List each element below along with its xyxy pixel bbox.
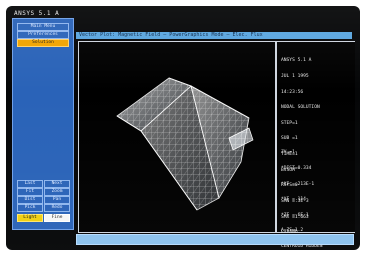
button-next[interactable]: Next <box>44 180 70 188</box>
command-input-bar <box>76 234 354 245</box>
app-title: ANSYS 5.1 A <box>14 10 60 17</box>
info-line: STEP=1 <box>281 120 298 126</box>
info-line: *DIST=0.334 <box>281 166 312 172</box>
button-label: Pick <box>24 205 36 210</box>
button-label: Fine <box>51 215 63 220</box>
button-redo[interactable]: Redo <box>44 204 70 212</box>
button-label: Next <box>51 181 63 186</box>
command-input[interactable] <box>77 235 353 244</box>
button-label: Pan <box>52 197 62 202</box>
button-label: Redo <box>51 205 63 210</box>
button-pick[interactable]: Pick <box>17 204 43 212</box>
button-light[interactable]: Light <box>17 214 43 222</box>
info-line: JUL 1 1995 <box>281 74 309 80</box>
button-fit[interactable]: Fit <box>17 188 43 196</box>
menu-item-solution[interactable]: Solution <box>17 39 69 47</box>
menu-item-label: Solution <box>32 40 54 45</box>
info-panel: ANSYS 5.1 A JUL 1 1995 14:23:56 NODAL SO… <box>276 41 355 249</box>
button-pan[interactable]: Pan <box>44 196 70 204</box>
info-line: *YF =.114 <box>281 197 306 203</box>
info-line: NODAL SOLUTION <box>281 105 320 111</box>
info-line: *ZF =.6E-1 <box>281 212 309 218</box>
button-label: Zoom <box>51 189 63 194</box>
menu-item-preferences[interactable]: Preferences <box>17 31 69 39</box>
graphics-viewport[interactable] <box>78 41 276 233</box>
status-bar: Vector Plot: Magnetic Field — PowerGraph… <box>76 32 352 39</box>
button-zoom[interactable]: Zoom <box>44 188 70 196</box>
button-label: Dist <box>24 197 36 202</box>
button-last[interactable]: Last <box>17 180 43 188</box>
button-fine[interactable]: Fine <box>44 214 70 222</box>
menu-item-label: Main Menu <box>30 24 56 29</box>
button-label: Fit <box>25 189 35 194</box>
menu-item-main-menu[interactable]: Main Menu <box>17 23 69 31</box>
info-line: ANSYS 5.1 A <box>281 58 312 64</box>
button-label: Light <box>23 215 37 220</box>
wireframe-model <box>116 77 254 211</box>
menu-item-label: Preferences <box>28 32 58 37</box>
button-label: Last <box>24 181 36 186</box>
info-line: ZV =1 <box>281 150 295 156</box>
info-line: 14:23:56 <box>281 89 304 95</box>
left-menu-panel: Main Menu Preferences Solution Last Next… <box>12 18 74 230</box>
monitor-screen: ANSYS 5.1 A Main Menu Preferences Soluti… <box>6 6 360 250</box>
info-line: A-ZS=1.2 <box>281 228 304 234</box>
button-dist[interactable]: Dist <box>17 196 43 204</box>
info-line: *XF =.213E-1 <box>281 181 315 187</box>
